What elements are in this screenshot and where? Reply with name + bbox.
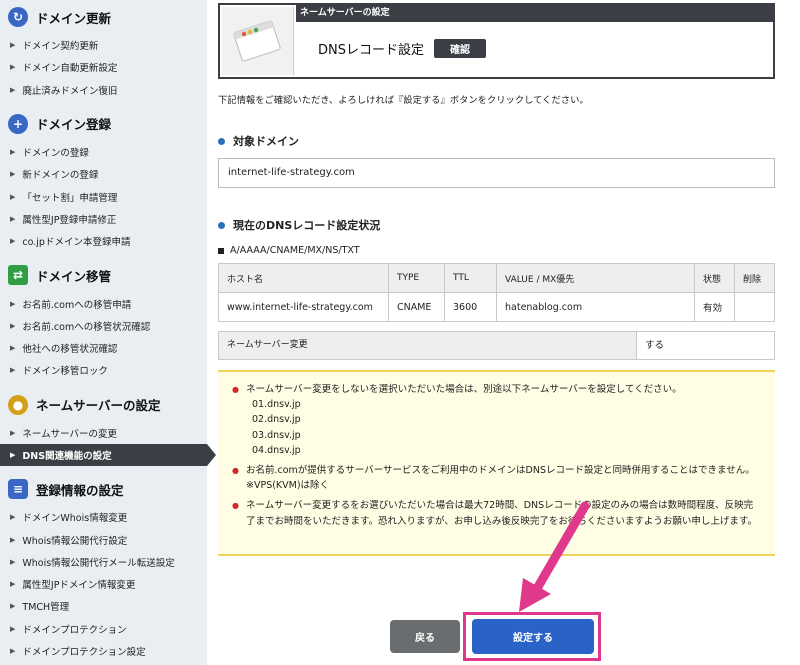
cell-host: www.internet-life-strategy.com bbox=[218, 292, 389, 322]
col-delete: 削除 bbox=[734, 263, 775, 293]
nameserver-item: 03.dnsv.jp bbox=[252, 429, 301, 441]
sidebar-item-transfer-status[interactable]: ▶ お名前.comへの移管状況確認 bbox=[0, 315, 207, 337]
transfer-icon: ⇄ bbox=[8, 265, 28, 286]
sidebar-item-auto-renewal[interactable]: ▶ ドメイン自動更新設定 bbox=[0, 56, 207, 78]
page-header: ネームサーバーの設定 DNSレコード設定 確認 bbox=[218, 3, 775, 79]
sidebar-item-set-discount[interactable]: ▶ 「セット割」申請管理 bbox=[0, 185, 207, 207]
nameserver-item: 02.dnsv.jp bbox=[252, 414, 301, 426]
plus-icon: + bbox=[8, 113, 28, 134]
bullet-icon: ● bbox=[232, 501, 239, 511]
refresh-icon: ↻ bbox=[8, 7, 28, 27]
nameserver-change-value: する bbox=[645, 340, 665, 351]
nameserver-change-row: ネームサーバー変更 する bbox=[218, 331, 775, 360]
notice-item: ● お名前.comが提供するサーバーサービスをご利用中のドメインはDNSレコード… bbox=[232, 463, 761, 493]
database-icon: ≡ bbox=[8, 479, 28, 500]
target-domain-heading: 対象ドメイン bbox=[218, 133, 299, 149]
bullet-icon bbox=[218, 137, 225, 145]
target-domain-value: internet-life-strategy.com bbox=[218, 158, 775, 188]
dns-record-table: ホスト名 TYPE TTL VALUE / MX優先 状態 削除 www.int… bbox=[218, 263, 775, 322]
sidebar-item-whois-mail-forward[interactable]: ▶ Whois情報公開代行メール転送設定 bbox=[0, 551, 207, 573]
cell-delete bbox=[734, 292, 775, 322]
sidebar-item-domain-restore[interactable]: ▶ 廃止済みドメイン復旧 bbox=[0, 79, 207, 101]
page-title: DNSレコード設定 bbox=[318, 43, 424, 58]
sidebar-item-jp-info-change[interactable]: ▶ 属性型JPドメイン情報変更 bbox=[0, 573, 207, 595]
sidebar-section-domain-registration: + ドメイン登録 bbox=[0, 107, 207, 141]
submit-button[interactable]: 設定する bbox=[472, 619, 594, 654]
section-tab: ネームサーバーの設定 bbox=[296, 5, 773, 22]
table-header-row: ホスト名 TYPE TTL VALUE / MX優先 状態 削除 bbox=[218, 263, 775, 293]
sidebar-section-registration-info: ≡ 登録情報の設定 bbox=[0, 472, 207, 506]
bullet-icon bbox=[218, 221, 225, 229]
nameserver-item: 01.dnsv.jp bbox=[252, 399, 301, 411]
notice-item: ● ネームサーバー変更をしないを選択いただいた場合は、別途以下ネームサーバーを設… bbox=[232, 382, 761, 458]
col-ttl: TTL bbox=[444, 263, 497, 293]
table-row: www.internet-life-strategy.com CNAME 360… bbox=[218, 292, 775, 322]
sidebar-item-domain-renewal[interactable]: ▶ ドメイン契約更新 bbox=[0, 34, 207, 56]
nameserver-icon: ● bbox=[8, 394, 28, 415]
sidebar-item-domain-protection-settings[interactable]: ▶ ドメインプロテクション設定 bbox=[0, 640, 207, 662]
cell-status: 有効 bbox=[694, 292, 735, 322]
bullet-icon: ● bbox=[232, 385, 239, 394]
sidebar-item-tmch[interactable]: ▶ TMCH管理 bbox=[0, 595, 207, 617]
square-bullet-icon bbox=[218, 247, 224, 254]
sidebar-item-whois-proxy[interactable]: ▶ Whois情報公開代行設定 bbox=[0, 528, 207, 550]
sidebar-item-register-domain[interactable]: ▶ ドメインの登録 bbox=[0, 141, 207, 163]
sidebar-item-domain-protection[interactable]: ▶ ドメインプロテクション bbox=[0, 618, 207, 640]
cell-type: CNAME bbox=[388, 292, 445, 322]
notice-box: ● ネームサーバー変更をしないを選択いただいた場合は、別途以下ネームサーバーを設… bbox=[218, 370, 775, 556]
sidebar-item-nameserver-change[interactable]: ▶ ネームサーバーの変更 bbox=[0, 422, 207, 444]
browser-window-icon bbox=[222, 7, 294, 75]
sidebar-item-outbound-transfer-status[interactable]: ▶ 他社への移管状況確認 bbox=[0, 337, 207, 359]
back-button[interactable]: 戻る bbox=[390, 620, 460, 653]
sidebar-item-register-new-domain[interactable]: ▶ 新ドメインの登録 bbox=[0, 163, 207, 185]
sidebar-item-cojp-registration[interactable]: ▶ co.jpドメイン本登録申請 bbox=[0, 230, 207, 252]
nameserver-list: 01.dnsv.jp 02.dnsv.jp 03.dnsv.jp 04.dnsv… bbox=[246, 397, 682, 458]
sidebar-item-jp-registration-fix[interactable]: ▶ 属性型JP登録申請修正 bbox=[0, 208, 207, 230]
nameserver-change-label: ネームサーバー変更 bbox=[219, 332, 637, 359]
col-value: VALUE / MX優先 bbox=[496, 263, 695, 293]
sidebar: ↻ ドメイン更新 ▶ ドメイン契約更新 ▶ ドメイン自動更新設定 ▶ 廃止済みドメイン… bbox=[0, 0, 216, 665]
intro-text: 下記情報をご確認いただき、よろしければ『設定する』ボタンをクリックしてください。 bbox=[218, 95, 589, 106]
sidebar-item-dns-settings[interactable]: ▶ DNS関連機能の設定 bbox=[0, 443, 216, 467]
sidebar-item-whois-change[interactable]: ▶ ドメインWhois情報変更 bbox=[0, 506, 207, 528]
dns-status-heading: 現在のDNSレコード設定状況 bbox=[218, 217, 380, 233]
bullet-icon: ● bbox=[232, 466, 239, 476]
sidebar-item-transfer-lock[interactable]: ▶ ドメイン移管ロック bbox=[0, 359, 207, 381]
sidebar-section-nameserver: ● ネームサーバーの設定 bbox=[0, 388, 207, 422]
sidebar-item-transfer-request[interactable]: ▶ お名前.comへの移管申請 bbox=[0, 292, 207, 314]
nameserver-item: 04.dnsv.jp bbox=[252, 444, 301, 456]
col-host: ホスト名 bbox=[218, 263, 389, 293]
sidebar-section-domain-renewal: ↻ ドメイン更新 bbox=[0, 0, 207, 34]
col-type: TYPE bbox=[388, 263, 445, 293]
sidebar-section-domain-transfer: ⇄ ドメイン移管 bbox=[0, 258, 207, 292]
record-types-label: A/AAAA/CNAME/MX/NS/TXT bbox=[218, 245, 360, 256]
col-status: 状態 bbox=[694, 263, 735, 293]
cell-value: hatenablog.com bbox=[496, 292, 695, 322]
step-badge: 確認 bbox=[434, 39, 486, 58]
notice-item: ● ネームサーバー変更するをお選びいただいた場合は最大72時間、DNSレコードの… bbox=[232, 498, 761, 528]
cell-ttl: 3600 bbox=[444, 292, 497, 322]
